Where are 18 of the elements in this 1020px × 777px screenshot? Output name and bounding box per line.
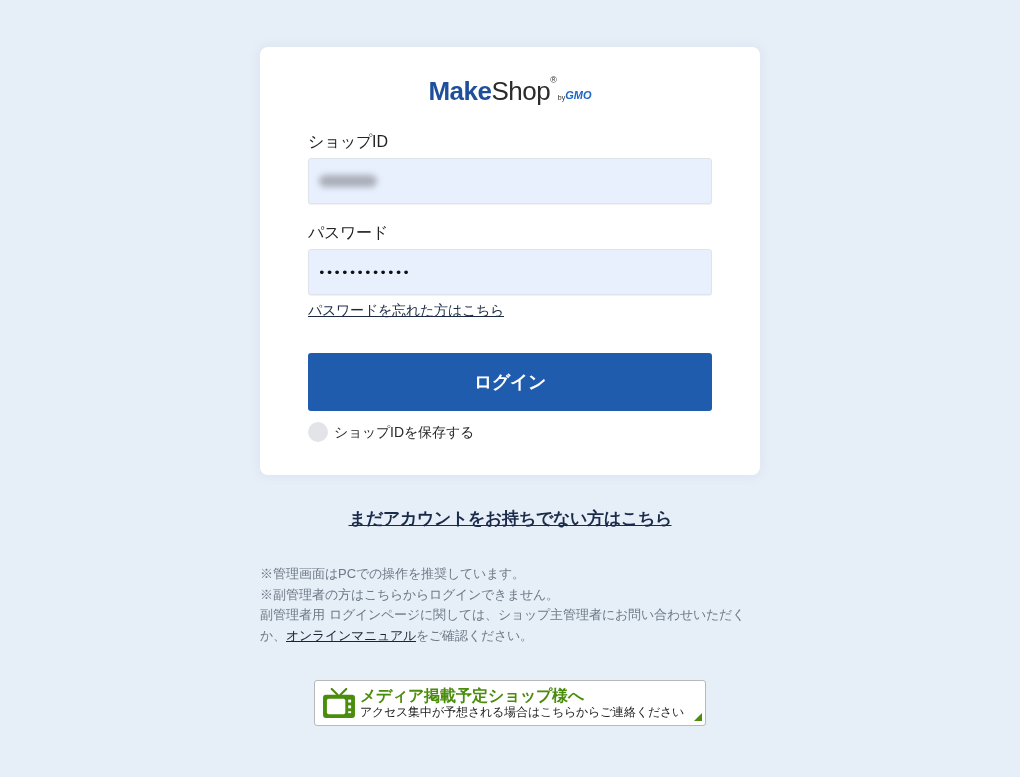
online-manual-link[interactable]: オンラインマニュアル	[286, 627, 416, 643]
corner-triangle-icon	[694, 713, 702, 721]
banner-title: メディア掲載予定ショップ様へ	[360, 686, 585, 705]
tv-icon	[323, 688, 355, 718]
login-button[interactable]: ログイン	[308, 353, 712, 411]
note-text: 副管理者用 ログインページに関しては、ショップ主管理者にお問い合わせいただくか、オンラインマニュアルをご確認ください。	[260, 606, 746, 645]
password-label: パスワード	[308, 223, 388, 243]
shop-id-input[interactable]	[308, 158, 712, 204]
remember-checkbox[interactable]	[308, 422, 328, 442]
note-text: ※管理画面はPCでの操作を推奨しています。	[260, 565, 527, 583]
shop-id-label: ショップID	[308, 132, 388, 152]
media-banner[interactable]: メディア掲載予定ショップ様へ アクセス集中が予想される場合はこちらからご連絡ください	[314, 680, 706, 726]
remember-label: ショップIDを保存する	[334, 423, 474, 442]
password-input[interactable]: ••••••••••••	[308, 249, 712, 295]
banner-subtitle: アクセス集中が予想される場合はこちらからご連絡ください	[360, 705, 684, 720]
signup-link[interactable]: まだアカウントをお持ちでない方はこちら	[348, 507, 672, 531]
forgot-password-link[interactable]: パスワードを忘れた方はこちら	[308, 300, 504, 320]
note-text: ※副管理者の方はこちらからログインできません。	[260, 585, 560, 604]
